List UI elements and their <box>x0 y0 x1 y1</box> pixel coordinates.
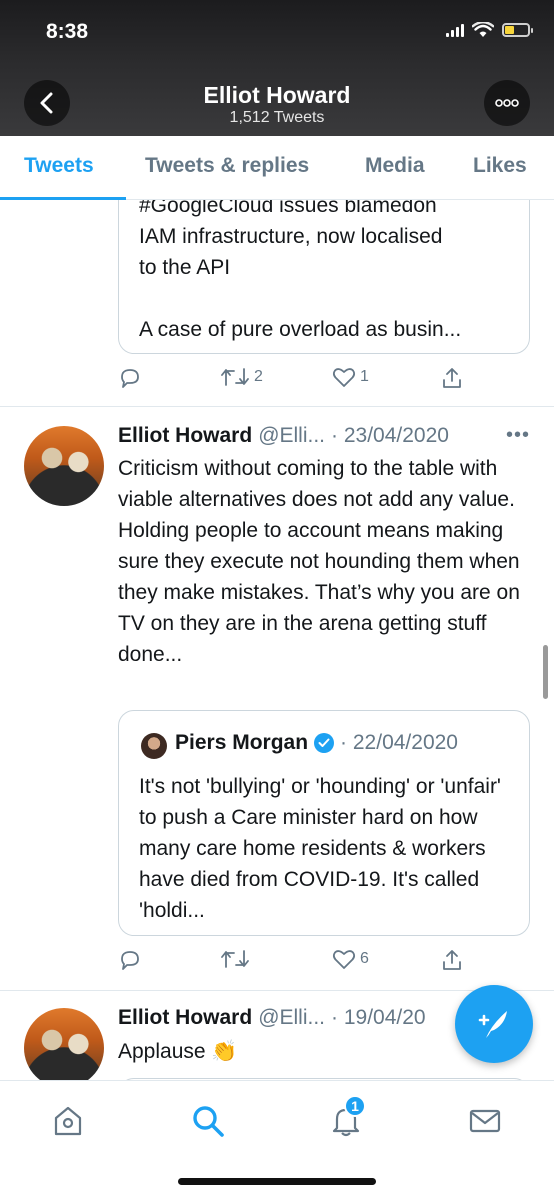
quoted-author-name: Piers Morgan <box>175 731 309 754</box>
retweet-icon <box>221 368 249 386</box>
battery-icon <box>502 23 533 37</box>
tweet-divider <box>0 990 554 991</box>
wifi-icon <box>472 22 494 37</box>
heart-icon <box>332 368 356 387</box>
quoted-tweet-card[interactable]: #GoogleCloud issues blamedon IAM infrast… <box>118 200 530 354</box>
tweet-count: 1,512 Tweets <box>229 109 325 126</box>
home-indicator[interactable] <box>178 1178 376 1185</box>
tweet-header: Elliot Howard @Elli... · 23/04/2020 <box>118 424 449 448</box>
like-button[interactable]: 6 <box>332 948 369 970</box>
author-handle: @Elli... <box>258 424 326 447</box>
tab-media[interactable]: Media <box>365 154 425 178</box>
mail-icon <box>469 1109 501 1133</box>
profile-name: Elliot Howard <box>203 82 351 108</box>
search-icon <box>193 1106 224 1137</box>
share-button[interactable] <box>440 948 464 972</box>
tweet-more-icon[interactable]: ••• <box>506 424 530 447</box>
status-time: 8:38 <box>46 20 89 43</box>
home-icon <box>54 1106 82 1136</box>
tab-tweets-and-replies[interactable]: Tweets & replies <box>145 154 309 178</box>
tweet-header: Elliot Howard @Elli... · 19/04/20 <box>118 1006 426 1030</box>
tweet-feed[interactable]: #GoogleCloud issues blamedon IAM infrast… <box>0 200 554 1080</box>
profile-header: 8:38 Elliot Howard 1,512 Tweets <box>0 0 554 136</box>
nav-home[interactable] <box>48 1101 88 1141</box>
like-count: 6 <box>360 950 369 967</box>
quoted-tweet-card[interactable]: Piers Morgan · 22/04/2020 It's not 'bull… <box>118 710 530 936</box>
reply-button[interactable] <box>118 366 146 390</box>
notification-badge: 1 <box>344 1095 366 1117</box>
status-icons <box>446 22 533 38</box>
tab-tweets[interactable]: Tweets <box>24 154 94 178</box>
quoted-tweet-date: · 22/04/2020 <box>340 731 458 754</box>
tweet-divider <box>0 406 554 407</box>
quoted-tweet-text: It's not 'bullying' or 'hounding' or 'un… <box>139 775 501 922</box>
avatar[interactable] <box>24 1008 104 1080</box>
verified-icon <box>314 733 335 753</box>
tweet-text: Criticism without coming to the table wi… <box>118 457 520 666</box>
retweet-icon <box>221 950 249 968</box>
tweet-actions: 2 1 <box>0 366 554 396</box>
reply-button[interactable] <box>118 948 146 972</box>
nav-messages[interactable] <box>465 1101 505 1141</box>
more-button[interactable] <box>484 80 530 126</box>
scroll-indicator[interactable] <box>543 645 548 699</box>
tab-likes[interactable]: Likes <box>473 154 527 178</box>
like-count: 1 <box>360 368 369 385</box>
share-icon <box>443 368 461 388</box>
retweet-button[interactable]: 2 <box>220 366 263 388</box>
like-button[interactable]: 1 <box>332 366 369 388</box>
share-button[interactable] <box>440 366 464 390</box>
reply-icon <box>121 951 139 970</box>
compose-tweet-icon <box>478 1011 507 1038</box>
quoted-tweet-text: IAM infrastructure, now localised to the… <box>139 225 462 341</box>
tweet-date: · 23/04/2020 <box>331 424 449 447</box>
share-icon <box>443 950 461 970</box>
author-name[interactable]: Elliot Howard <box>118 1006 252 1030</box>
nav-search[interactable] <box>188 1101 228 1141</box>
author-handle: @Elli... <box>258 1006 326 1029</box>
profile-tabs: Tweets Tweets & replies Media Likes <box>0 136 554 200</box>
retweet-button[interactable] <box>220 948 254 970</box>
quoted-avatar <box>141 733 167 759</box>
retweet-count: 2 <box>254 368 263 385</box>
reply-icon <box>121 369 139 388</box>
nav-notifications[interactable]: 1 <box>326 1095 366 1141</box>
tweet-actions: 6 <box>0 948 554 978</box>
quoted-tweet-header: Piers Morgan · 22/04/2020 <box>175 731 458 755</box>
tweet-date: · 19/04/20 <box>331 1006 426 1029</box>
more-icon <box>495 99 519 107</box>
avatar[interactable] <box>24 426 104 506</box>
quoted-tweet-partial-line: #GoogleCloud issues blamedon <box>139 200 437 217</box>
author-name[interactable]: Elliot Howard <box>118 424 252 448</box>
signal-icon <box>446 23 464 37</box>
compose-tweet-button[interactable] <box>455 985 533 1063</box>
heart-icon <box>332 950 356 969</box>
